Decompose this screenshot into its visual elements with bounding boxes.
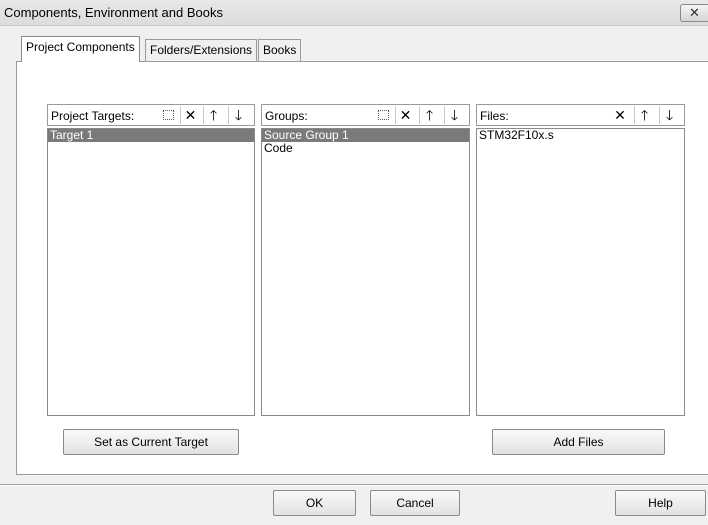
tab-books[interactable]: Books: [258, 39, 302, 61]
targets-header: Project Targets: ✕ 🡑 🡓: [47, 104, 255, 126]
groups-label: Groups:: [265, 109, 308, 123]
list-item[interactable]: STM32F10x.s: [477, 129, 684, 142]
delete-icon[interactable]: ✕: [180, 106, 200, 124]
list-item[interactable]: Code: [262, 142, 469, 155]
new-icon[interactable]: [158, 106, 178, 124]
arrow-down-icon[interactable]: 🡓: [659, 106, 679, 124]
arrow-up-icon[interactable]: 🡑: [203, 106, 223, 124]
tab-label: Books: [263, 43, 297, 57]
delete-icon[interactable]: ✕: [395, 106, 415, 124]
cancel-button[interactable]: Cancel: [370, 490, 460, 516]
targets-label: Project Targets:: [51, 109, 135, 123]
help-button[interactable]: Help: [615, 490, 706, 516]
list-item[interactable]: Target 1: [48, 129, 254, 142]
title-bar: Components, Environment and Books ✕: [0, 0, 708, 26]
dialog-separator: [0, 484, 708, 486]
list-item[interactable]: Source Group 1: [262, 129, 469, 142]
window-title: Components, Environment and Books: [4, 5, 223, 20]
targets-list[interactable]: Target 1: [47, 128, 255, 416]
delete-icon[interactable]: ✕: [610, 106, 630, 124]
tab-project-components[interactable]: Project Components: [21, 36, 140, 62]
files-label: Files:: [480, 109, 509, 123]
arrow-down-icon[interactable]: 🡓: [444, 106, 464, 124]
add-files-button[interactable]: Add Files: [492, 429, 665, 455]
arrow-down-icon[interactable]: 🡓: [228, 106, 248, 124]
ok-button[interactable]: OK: [273, 490, 356, 516]
groups-list[interactable]: Source Group 1 Code: [261, 128, 470, 416]
tab-label: Folders/Extensions: [150, 43, 253, 57]
tab-folders-extensions[interactable]: Folders/Extensions: [145, 39, 258, 61]
groups-header: Groups: ✕ 🡑 🡓: [261, 104, 470, 126]
close-icon[interactable]: ✕: [680, 4, 708, 22]
arrow-up-icon[interactable]: 🡑: [634, 106, 654, 124]
files-list[interactable]: STM32F10x.s: [476, 128, 685, 416]
new-icon[interactable]: [373, 106, 393, 124]
tab-label: Project Components: [26, 40, 135, 54]
files-header: Files: ✕ 🡑 🡓: [476, 104, 685, 126]
arrow-up-icon[interactable]: 🡑: [419, 106, 439, 124]
set-current-target-button[interactable]: Set as Current Target: [63, 429, 239, 455]
